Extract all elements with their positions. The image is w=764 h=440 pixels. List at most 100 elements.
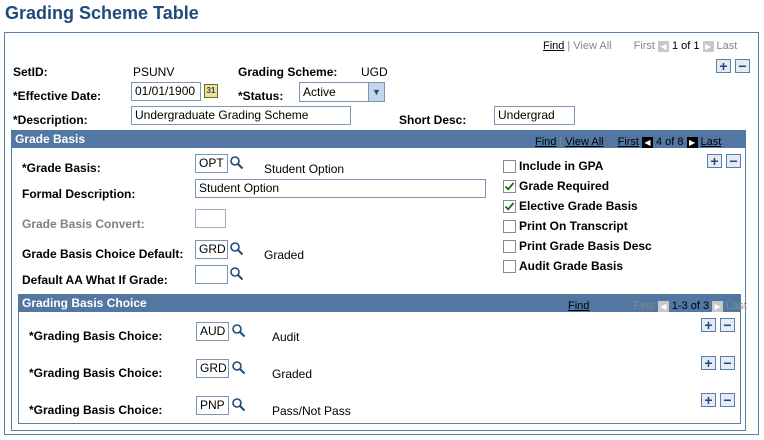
find-link[interactable]: Find [543, 40, 564, 52]
setid-label: SetID: [13, 65, 48, 79]
choice-row-delete-button[interactable]: − [720, 318, 735, 332]
checkbox-row-elective[interactable]: Elective Grade Basis [503, 196, 652, 216]
search-icon[interactable] [229, 241, 244, 256]
row-count: 1 of 1 [671, 40, 700, 52]
grading-basis-choice-label: *Grading Basis Choice: [29, 329, 163, 343]
add-row-button[interactable]: + [716, 59, 731, 73]
grade-basis-last-link[interactable]: Last [701, 136, 722, 148]
search-icon[interactable] [229, 155, 244, 170]
grading-basis-choice-title: Grading Basis Choice [22, 296, 147, 310]
grading-scheme-label: Grading Scheme: [238, 65, 338, 79]
aa-whatif-label: Default AA What If Grade: [22, 273, 168, 287]
grading-basis-choice-desc: Graded [272, 367, 313, 381]
audit-grade-basis-label: Audit Grade Basis [519, 259, 624, 273]
grading-basis-choice-desc: Pass/Not Pass [272, 404, 351, 418]
elective-grade-basis-checkbox[interactable] [503, 199, 516, 213]
prev-arrow-icon: ◀ [657, 40, 669, 52]
status-select[interactable]: Active ▼ [299, 82, 385, 102]
grade-basis-title: Grade Basis [15, 132, 86, 146]
search-icon[interactable] [231, 397, 246, 412]
last-label: Last [716, 40, 738, 52]
grade-basis-field[interactable]: OPT [195, 154, 228, 173]
effective-date-field[interactable]: 01/01/1900 [131, 82, 201, 101]
choice-row-delete-button[interactable]: − [720, 356, 735, 370]
grading-basis-choice-field[interactable]: GRD [196, 359, 229, 378]
description-field[interactable]: Undergraduate Grading Scheme [131, 106, 351, 125]
chevron-down-icon: ▼ [368, 83, 384, 101]
include-gpa-checkbox[interactable] [503, 159, 516, 173]
choice-next-arrow-icon: ▶ [712, 300, 724, 312]
choice-default-label: Grade Basis Choice Default: [22, 247, 184, 261]
grading-basis-choice-label: *Grading Basis Choice: [29, 366, 163, 380]
description-label: *Description: [13, 113, 88, 127]
checkbox-row-include-gpa[interactable]: Include in GPA [503, 156, 652, 176]
choice-row-add-button[interactable]: + [701, 356, 716, 370]
choice-default-field[interactable]: GRD [195, 240, 228, 259]
choice-row-add-button[interactable]: + [701, 393, 716, 407]
print-grade-basis-desc-label: Print Grade Basis Desc [519, 239, 652, 253]
nav-separator: | [559, 136, 563, 148]
grade-basis-convert-label: Grade Basis Convert: [22, 217, 145, 231]
grading-basis-choice-field[interactable]: PNP [196, 396, 229, 415]
calendar-icon[interactable]: 31 [204, 84, 218, 98]
grade-basis-next-arrow-icon[interactable]: ▶ [686, 136, 698, 148]
choice-default-desc: Graded [264, 248, 305, 262]
print-grade-basis-desc-checkbox[interactable] [503, 239, 516, 253]
formal-description-label: Formal Description: [22, 187, 136, 201]
view-all-label: View All [573, 40, 612, 52]
grade-required-checkbox[interactable] [503, 179, 516, 193]
short-desc-label: Short Desc: [399, 113, 467, 127]
setid-value: PSUNV [133, 65, 175, 79]
checkbox-row-print-transcript[interactable]: Print On Transcript [503, 216, 652, 236]
search-icon[interactable] [229, 266, 244, 281]
checkmark-icon [504, 181, 515, 191]
nav-separator: | [567, 40, 571, 52]
choice-count: 1-3 of 3 [671, 300, 710, 312]
choice-row-add-button[interactable]: + [701, 318, 716, 332]
grading-basis-choice-desc: Audit [272, 330, 300, 344]
top-nav: Find | View All First ◀ 1 of 1 ▶ Last [543, 38, 737, 54]
grading-basis-choice-field[interactable]: AUD [196, 322, 229, 341]
grade-basis-first-link[interactable]: First [618, 136, 639, 148]
grade-basis-convert-field [195, 209, 226, 228]
status-value: Active [303, 85, 336, 99]
grade-basis-prev-arrow-icon[interactable]: ◀ [641, 136, 653, 148]
grade-basis-delete-button[interactable]: − [726, 154, 741, 168]
grading-basis-choice-nav: Find First ◀ 1-3 of 3 ▶ Last [568, 300, 747, 312]
include-gpa-label: Include in GPA [519, 159, 604, 173]
grade-basis-desc: Student Option [264, 162, 345, 176]
grading-basis-choice-label: *Grading Basis Choice: [29, 403, 163, 417]
grading-scheme-value: UGD [361, 65, 388, 79]
choice-row-delete-button[interactable]: − [720, 393, 735, 407]
choice-find-link[interactable]: Find [568, 300, 589, 312]
aa-whatif-field[interactable] [195, 265, 228, 284]
choice-last-label: Last [726, 300, 747, 312]
checkbox-list: Include in GPA Grade Required Elective G… [503, 156, 652, 276]
next-arrow-icon: ▶ [702, 40, 714, 52]
elective-grade-basis-label: Elective Grade Basis [519, 199, 638, 213]
short-desc-field[interactable]: Undergrad [494, 106, 575, 125]
checkbox-row-print-desc[interactable]: Print Grade Basis Desc [503, 236, 652, 256]
effective-date-label: *Effective Date: [13, 89, 102, 103]
grade-basis-add-button[interactable]: + [707, 154, 722, 168]
checkbox-row-grade-required[interactable]: Grade Required [503, 176, 652, 196]
grade-basis-label: *Grade Basis: [22, 161, 101, 175]
choice-prev-arrow-icon: ◀ [657, 300, 669, 312]
search-icon[interactable] [231, 360, 246, 375]
checkmark-icon [504, 201, 515, 211]
grade-required-label: Grade Required [519, 179, 610, 193]
grade-basis-nav: Find | View All First ◀ 4 of 8 ▶ Last [535, 136, 721, 148]
print-on-transcript-checkbox[interactable] [503, 219, 516, 233]
delete-row-button[interactable]: − [735, 59, 750, 73]
audit-grade-basis-checkbox[interactable] [503, 259, 516, 273]
choice-first-label: First [633, 300, 655, 312]
grade-basis-find-link[interactable]: Find [535, 136, 556, 148]
print-on-transcript-label: Print On Transcript [519, 219, 628, 233]
formal-description-field[interactable]: Student Option [195, 179, 486, 198]
checkbox-row-audit[interactable]: Audit Grade Basis [503, 256, 652, 276]
status-label: *Status: [238, 89, 284, 103]
grade-basis-count: 4 of 8 [655, 136, 684, 148]
page-title: Grading Scheme Table [5, 3, 199, 23]
grade-basis-view-all-link[interactable]: View All [565, 136, 603, 148]
search-icon[interactable] [231, 323, 246, 338]
